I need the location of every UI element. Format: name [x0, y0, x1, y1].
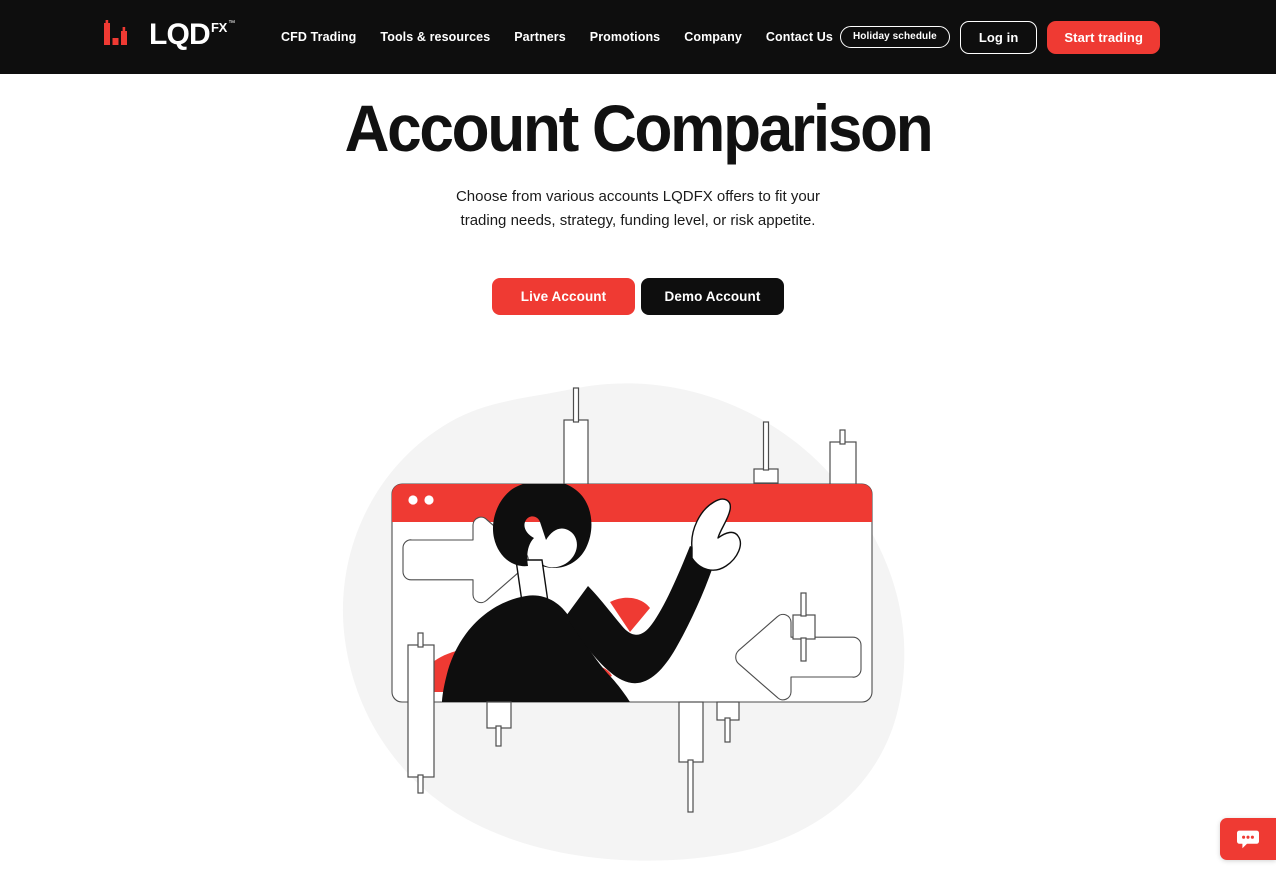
live-account-button[interactable]: Live Account: [492, 278, 635, 316]
header-actions: Holiday schedule Log in Start trading: [839, 0, 1160, 74]
site-logo[interactable]: LQD FX ™: [104, 20, 235, 54]
hero-section: Account Comparison Choose from various a…: [0, 74, 1276, 316]
trader-browser-candlesticks-illustration: [330, 380, 950, 869]
logo-fx-superscript: FX: [210, 20, 228, 35]
site-header: LQD FX ™ CFD Trading Tools & resources P…: [0, 0, 1276, 74]
nav-item-company[interactable]: Company: [684, 24, 742, 50]
chat-bubble-icon: [1236, 829, 1260, 850]
nav-item-contact-us[interactable]: Contact Us: [766, 24, 833, 50]
main-navigation: CFD Trading Tools & resources Partners P…: [281, 0, 833, 74]
page-title: Account Comparison: [344, 91, 934, 165]
nav-item-promotions[interactable]: Promotions: [590, 24, 660, 50]
nav-item-partners[interactable]: Partners: [514, 24, 566, 50]
hero-subtitle: Choose from various accounts LQDFX offer…: [455, 188, 821, 230]
holiday-schedule-pill[interactable]: Holiday schedule: [839, 26, 950, 48]
browser-dot-2: [424, 495, 434, 505]
chat-widget-button[interactable]: [1220, 818, 1276, 860]
nav-item-tools-resources[interactable]: Tools & resources: [380, 24, 490, 50]
page-root: LQD FX ™ CFD Trading Tools & resources P…: [0, 0, 1276, 869]
nav-item-cfd-trading[interactable]: CFD Trading: [281, 24, 356, 50]
log-in-button[interactable]: Log in: [959, 20, 1038, 54]
hero-cta-group: Live Account Demo Account: [0, 278, 1276, 316]
browser-dot-1: [408, 495, 418, 505]
demo-account-button[interactable]: Demo Account: [641, 278, 784, 316]
candlestick-logo-mark-icon: [104, 20, 142, 55]
logo-trademark: ™: [228, 20, 236, 27]
logo-wordmark: LQD: [149, 18, 211, 51]
start-trading-button[interactable]: Start trading: [1047, 20, 1160, 54]
browser-titlebar: [392, 484, 872, 522]
